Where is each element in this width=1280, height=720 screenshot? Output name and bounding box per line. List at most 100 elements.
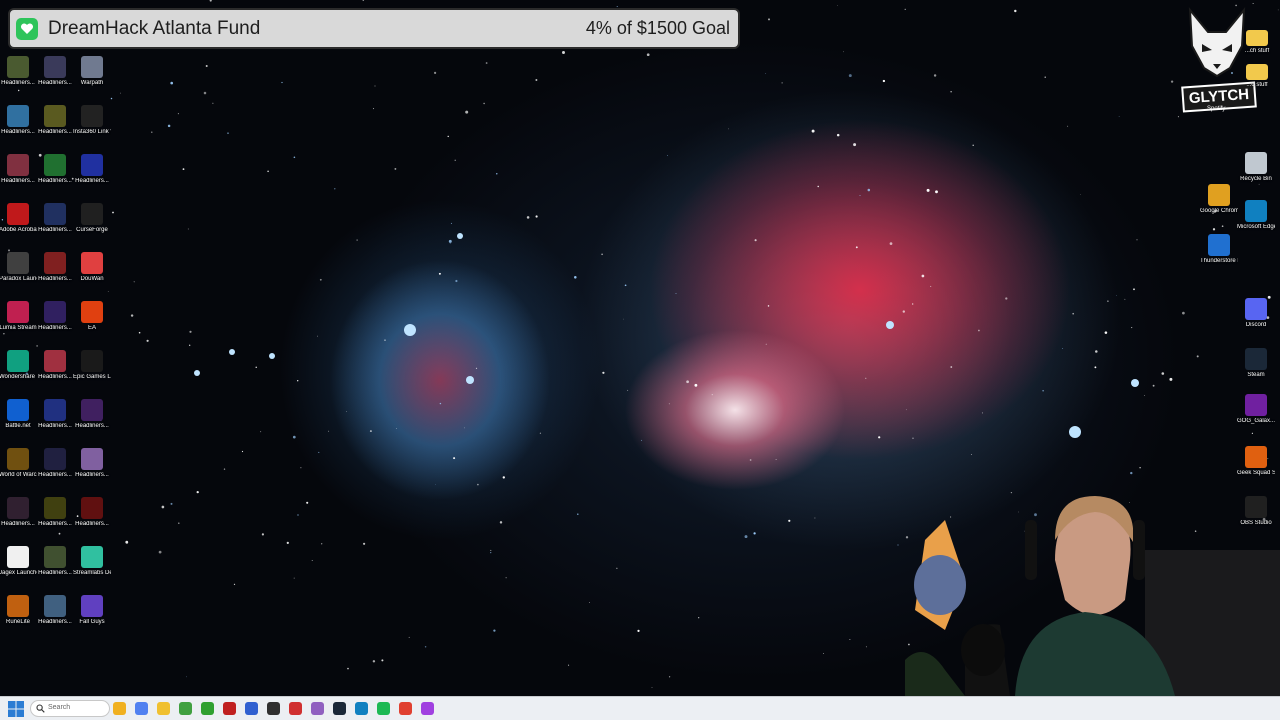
star <box>754 239 757 242</box>
desktop-icon[interactable]: Headliners... <box>36 252 74 283</box>
desktop-icon[interactable]: Thunderstore Mod Mana... <box>1200 234 1238 265</box>
heart-icon <box>16 17 38 40</box>
bright-star <box>229 349 235 355</box>
desktop-icon[interactable]: Epic Games Launcher <box>73 350 111 381</box>
windows-start-icon[interactable] <box>8 701 24 717</box>
desktop-icon-label: Headliners... <box>1 178 35 184</box>
desktop-icon[interactable]: Headliners... <box>36 203 74 234</box>
desktop-icon[interactable]: CurseForge <box>73 203 111 234</box>
spotify-icon[interactable] <box>377 702 390 715</box>
star <box>1118 116 1120 117</box>
store-icon[interactable] <box>245 702 258 715</box>
desktop-icon[interactable]: Headliners... <box>36 154 74 185</box>
desktop-icon[interactable]: Headliners... <box>36 105 74 136</box>
desktop-icon-label: DouWan <box>80 276 104 282</box>
desktop-icon[interactable]: Discord <box>1237 298 1275 329</box>
xbox-icon[interactable] <box>201 702 214 715</box>
fund-title: DreamHack Atlanta Fund <box>48 17 261 39</box>
desktop-icon[interactable]: Battle.net <box>0 399 37 430</box>
desktop-icon[interactable]: Headliners... <box>36 350 74 381</box>
star <box>255 366 257 368</box>
app-icon <box>1208 234 1230 256</box>
desktop-icon[interactable]: RuneLite <box>0 595 37 626</box>
app-icon <box>81 399 103 421</box>
weather-icon[interactable] <box>113 702 126 715</box>
desktop-icon[interactable]: GOG_Galax... - Shortcut <box>1237 394 1275 425</box>
star <box>1252 3 1254 5</box>
star <box>233 583 236 586</box>
desktop-icon[interactable]: DouWan <box>73 252 111 283</box>
desktop-icon[interactable]: Headliners... <box>0 154 37 185</box>
desktop-icon[interactable]: World of Warcraft <box>0 448 37 479</box>
desktop-icon[interactable]: Headliners... <box>36 301 74 332</box>
desktop-icon[interactable]: Headliners... <box>36 448 74 479</box>
star <box>823 653 825 655</box>
taskbar-search-input[interactable]: Search <box>30 700 110 717</box>
folder-icon[interactable]: ...ch stuff <box>1238 30 1276 55</box>
minecraft-icon[interactable] <box>179 702 192 715</box>
star <box>921 274 925 278</box>
desktop-icon[interactable]: Headliners... <box>36 399 74 430</box>
star <box>728 128 729 130</box>
app-purple-icon[interactable] <box>311 702 324 715</box>
copilot-icon[interactable] <box>135 702 148 715</box>
desktop-icon[interactable]: Lumia Stream <box>0 301 37 332</box>
desktop-icon[interactable]: Headliners... <box>36 56 74 87</box>
app-icon <box>7 203 29 225</box>
obs-icon[interactable] <box>267 702 280 715</box>
chrome-icon[interactable] <box>399 702 412 715</box>
desktop-icon-label: Headliners... <box>75 472 109 478</box>
desktop-icon[interactable]: Insta360 Link Webcam <box>73 105 111 136</box>
desktop-icon-label: Recycle Bin <box>1240 176 1272 182</box>
desktop-icon[interactable]: Warpath <box>73 56 111 87</box>
desktop-icon[interactable]: Headliners... <box>0 56 37 87</box>
edge-icon[interactable] <box>355 702 368 715</box>
star <box>384 339 386 341</box>
desktop-icon[interactable]: Headliners... <box>73 154 111 185</box>
star <box>588 602 590 603</box>
desktop-icon[interactable]: Steam <box>1237 348 1275 379</box>
app-red-icon[interactable] <box>289 702 302 715</box>
desktop-icon[interactable]: Geek Squad Support.exe <box>1237 446 1275 477</box>
steam-icon[interactable] <box>333 702 346 715</box>
desktop-icon[interactable]: Fall Guys <box>73 595 111 626</box>
desktop-icon-label: Headliners... <box>1 129 35 135</box>
desktop-icon[interactable]: Headliners... <box>36 497 74 528</box>
desktop-icon[interactable]: Streamlabs Desktop <box>73 546 111 577</box>
desktop-icon-label: Thunderstore Mod Mana... <box>1200 258 1238 264</box>
desktop-icon[interactable]: Recycle Bin <box>1237 152 1275 183</box>
desktop-icon-label: Headliners... <box>75 521 109 527</box>
desktop-icon[interactable]: Headliners... <box>0 105 37 136</box>
desktop-icon[interactable]: Adobe Acrobat <box>0 203 37 234</box>
desktop-icon[interactable]: Google Chrome <box>1200 184 1238 215</box>
desktop-icon[interactable]: Headliners... <box>36 546 74 577</box>
star <box>836 133 840 137</box>
desktop-icon[interactable]: Headliners... <box>0 497 37 528</box>
acrobat-icon[interactable] <box>223 702 236 715</box>
star <box>490 549 492 551</box>
star <box>281 81 283 84</box>
desktop-icon[interactable]: Headliners... <box>73 497 111 528</box>
desktop-icon[interactable]: Headliners... <box>36 595 74 626</box>
app-icon <box>81 203 103 225</box>
star <box>465 110 469 114</box>
desktop-icon[interactable]: Wondershare Filmora 14 <box>0 350 37 381</box>
desktop-icon-label: Headliners... <box>38 129 72 135</box>
star <box>1177 116 1179 118</box>
star <box>1095 350 1098 353</box>
desktop-icon[interactable]: Headliners... <box>73 448 111 479</box>
star <box>297 380 299 382</box>
star <box>627 389 629 391</box>
messenger-icon[interactable] <box>421 702 434 715</box>
file-explorer-icon[interactable] <box>157 702 170 715</box>
folder-icon[interactable]: ...o stuff <box>1238 64 1276 89</box>
star <box>1212 228 1216 231</box>
desktop-icon[interactable]: Paradox Launcher v2 <box>0 252 37 283</box>
desktop-icon[interactable]: Microsoft Edge <box>1237 200 1275 231</box>
star <box>346 411 348 412</box>
desktop-icon[interactable]: EA <box>73 301 111 332</box>
star <box>449 243 451 245</box>
desktop-icon[interactable]: Headliners... <box>73 399 111 430</box>
star <box>205 64 208 68</box>
desktop-icon[interactable]: Jagex Launcher <box>0 546 37 577</box>
